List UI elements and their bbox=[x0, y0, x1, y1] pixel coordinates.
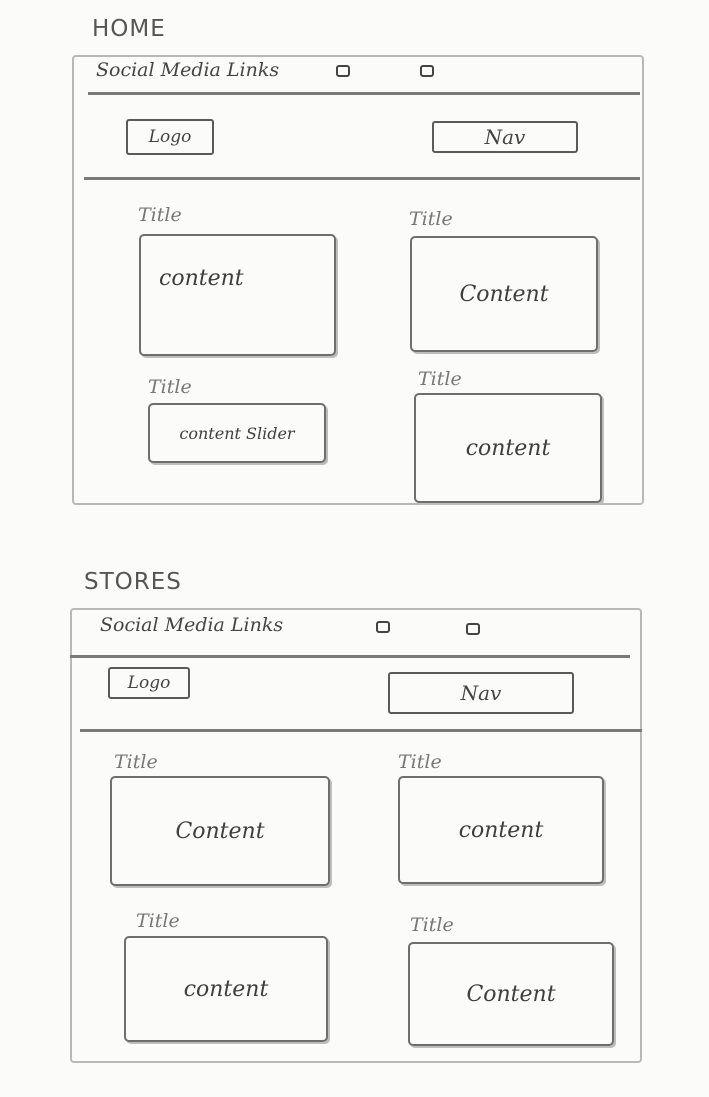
home-header-top-rule bbox=[88, 92, 640, 95]
stores-social-square-icon-2 bbox=[466, 623, 480, 635]
home-logo-box: Logo bbox=[126, 119, 214, 155]
stores-block-2-content: content bbox=[398, 776, 604, 884]
stores-social-square-icon-1 bbox=[376, 621, 390, 633]
stores-header-bottom-rule bbox=[80, 729, 642, 732]
stores-block-4-title: Title bbox=[410, 914, 454, 936]
home-nav-box: Nav bbox=[432, 121, 578, 153]
stores-header-top-rule bbox=[70, 655, 630, 658]
home-block-4-content: content bbox=[414, 393, 602, 503]
stores-block-1-content: Content bbox=[110, 776, 330, 886]
stores-block-3-title: Title bbox=[136, 910, 180, 932]
home-social-square-icon-1 bbox=[336, 65, 350, 77]
home-block-1-content: content bbox=[139, 234, 336, 356]
home-page-label: HOME bbox=[92, 16, 166, 42]
home-header-bottom-rule bbox=[84, 177, 640, 180]
stores-logo-box: Logo bbox=[108, 667, 190, 699]
stores-nav-box: Nav bbox=[388, 672, 574, 714]
home-block-4-title: Title bbox=[418, 368, 462, 390]
stores-social-media-links: Social Media Links bbox=[100, 614, 284, 636]
home-block-3-content: content Slider bbox=[148, 403, 326, 463]
stores-block-3-content: content bbox=[124, 936, 328, 1042]
home-block-2-content: Content bbox=[410, 236, 598, 352]
stores-page-label: STORES bbox=[84, 569, 182, 595]
home-social-square-icon-2 bbox=[420, 65, 434, 77]
stores-block-2-title: Title bbox=[398, 751, 442, 773]
home-block-2-title: Title bbox=[409, 208, 453, 230]
home-block-3-title: Title bbox=[148, 376, 192, 398]
home-block-1-title: Title bbox=[138, 204, 182, 226]
home-social-media-links: Social Media Links bbox=[96, 59, 280, 81]
stores-block-4-content: Content bbox=[408, 942, 614, 1046]
stores-block-1-title: Title bbox=[114, 751, 158, 773]
